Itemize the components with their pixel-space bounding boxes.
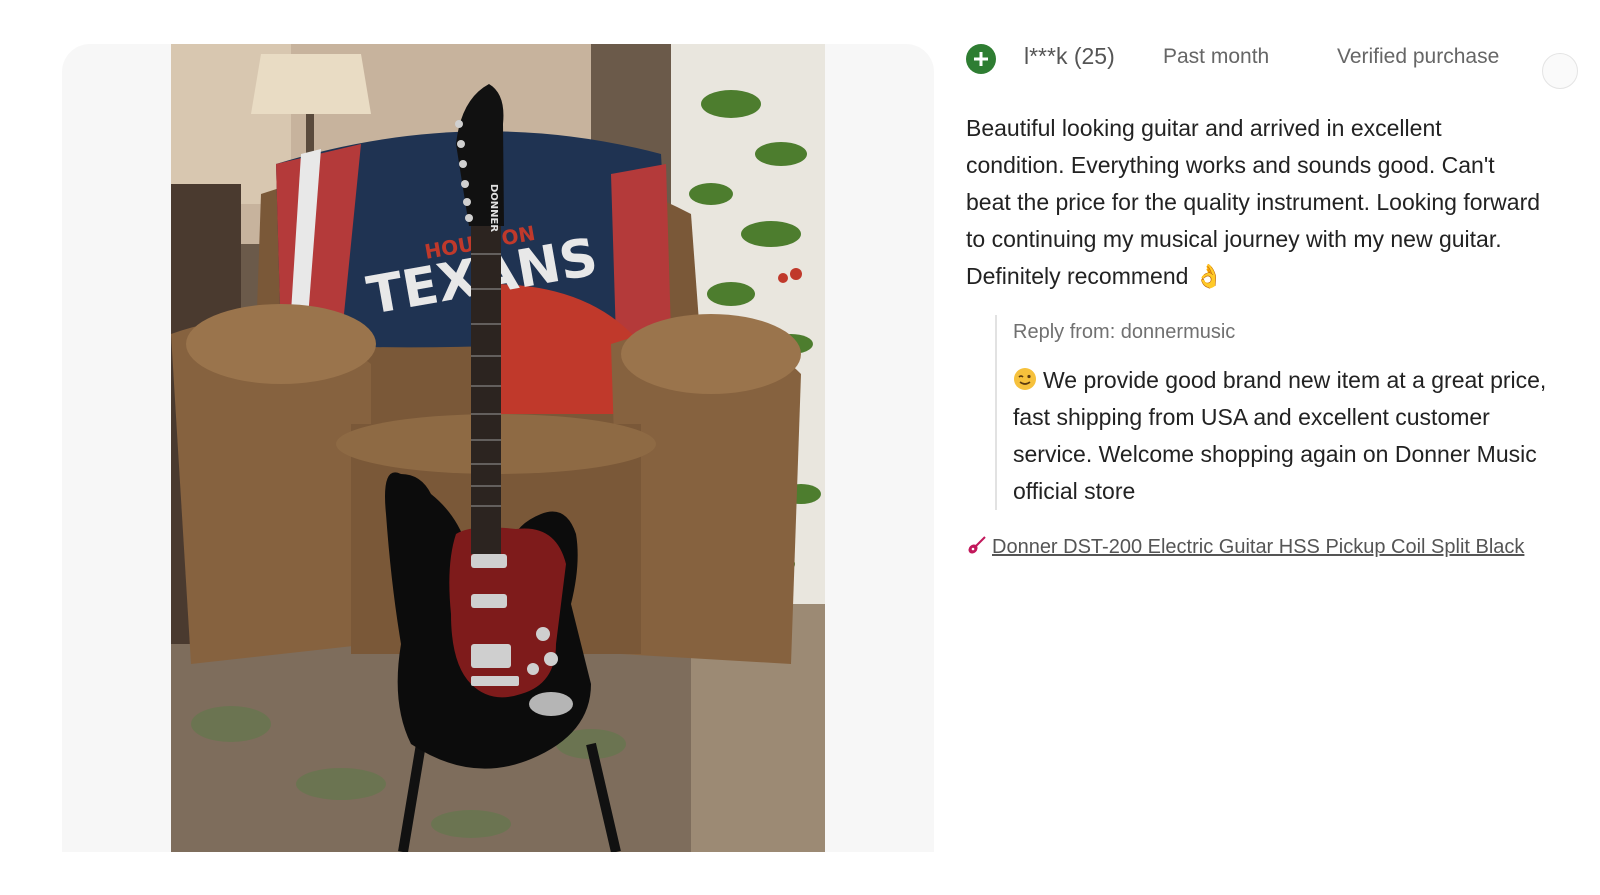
- product-link[interactable]: Donner DST-200 Electric Guitar HSS Picku…: [966, 534, 1544, 559]
- headstock-brand-text: DONNER: [488, 184, 499, 232]
- wink-face-icon: [1014, 368, 1036, 390]
- seller-reply: Reply from: donnermusic We provide good …: [995, 315, 1558, 510]
- guitar-icon: [968, 536, 986, 554]
- review-image-panel: TEXANS HOUSTON: [62, 44, 934, 852]
- review-photo[interactable]: TEXANS HOUSTON: [171, 44, 825, 852]
- review-card: TEXANS HOUSTON: [0, 0, 1600, 895]
- review-header: l***k (25) Past month Verified purchase: [966, 40, 1578, 89]
- reviewer-name[interactable]: l***k (25): [1024, 43, 1115, 70]
- reply-text: We provide good brand new item at a grea…: [1013, 367, 1547, 504]
- review-date: Past month: [1163, 45, 1270, 68]
- plus-circle-icon: [974, 52, 988, 66]
- more-options-button[interactable]: [1542, 53, 1578, 89]
- follow-button[interactable]: [966, 44, 996, 74]
- reply-body: We provide good brand new item at a grea…: [1013, 362, 1558, 510]
- guitar-on-armchair-image: TEXANS HOUSTON: [171, 44, 825, 852]
- reply-label: Reply from: donnermusic: [1013, 321, 1236, 343]
- product-link-text[interactable]: Donner DST-200 Electric Guitar HSS Picku…: [992, 536, 1524, 558]
- verified-purchase-badge: Verified purchase: [1337, 45, 1500, 68]
- review-content: l***k (25) Past month Verified purchase …: [966, 40, 1578, 559]
- review-text: Beautiful looking guitar and arrived in …: [966, 115, 1541, 289]
